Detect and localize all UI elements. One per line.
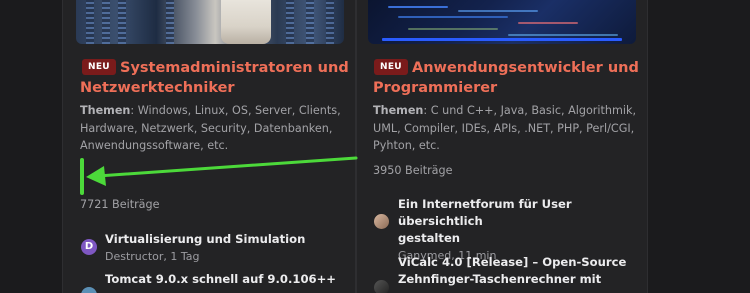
latest-post[interactable]: Tomcat 9.0.x schnell auf 9.0.106++: [105, 271, 336, 288]
category-title-line2[interactable]: Netzwerktechniker: [80, 80, 235, 96]
post-title-line2[interactable]: Zehnfinger-Taschenrechner mit: [398, 271, 626, 288]
category-title-sysadmin-line2[interactable]: Netzwerktechniker: [80, 78, 235, 98]
post-title[interactable]: Tomcat 9.0.x schnell auf 9.0.106++: [105, 271, 336, 288]
user-avatar[interactable]: D: [81, 239, 97, 255]
category-title-developers-line2[interactable]: Programmierer: [373, 78, 497, 98]
post-title[interactable]: Virtualisierung und Simulation: [105, 231, 305, 248]
post-meta: Destructor, 1 Tag: [105, 250, 200, 263]
post-title-line1[interactable]: Ein Internetforum für User übersichtlich: [398, 196, 647, 230]
user-avatar[interactable]: [374, 214, 389, 229]
user-avatar[interactable]: [374, 280, 389, 293]
post-count: 7721 Beiträge: [80, 198, 160, 211]
category-topics: Themen: Windows, Linux, OS, Server, Clie…: [80, 102, 356, 155]
post-title-line2[interactable]: gestalten: [398, 230, 647, 247]
topics-line2: Hardware, Netzwerk, Security, Datenbanke…: [80, 121, 333, 135]
user-avatar[interactable]: [81, 287, 97, 293]
category-topics: Themen: C und C++, Java, Basic, Algorith…: [373, 102, 649, 155]
category-title-line1[interactable]: Systemadministratoren und: [120, 60, 349, 76]
topics-label: Themen: [80, 104, 131, 117]
topics-line3: Anwendungssoftware, etc.: [80, 139, 229, 152]
category-thumbnail-developers[interactable]: [368, 0, 636, 44]
category-title-line1[interactable]: Anwendungsentwickler und: [412, 60, 639, 76]
latest-post[interactable]: Virtualisierung und Simulation Destructo…: [105, 231, 305, 265]
post-title[interactable]: Ein Internetforum für User übersichtlich…: [398, 196, 647, 247]
topics-label: Themen: [373, 104, 424, 117]
new-badge: NEU: [82, 59, 116, 75]
category-card-developers[interactable]: NEU Anwendungsentwickler und Programmier…: [356, 0, 648, 293]
category-thumbnail-sysadmin[interactable]: [76, 0, 344, 44]
category-title-line2[interactable]: Programmierer: [373, 80, 497, 96]
topics-line1: : C und C++, Java, Basic, Algorithmik,: [423, 104, 637, 117]
post-count: 3950 Beiträge: [373, 164, 453, 177]
topics-line3: Pyhton, etc.: [373, 139, 440, 152]
post-title-line1[interactable]: ViCalc 4.0 [Release] – Open-Source: [398, 254, 626, 271]
topics-line1: : Windows, Linux, OS, Server, Clients,: [130, 104, 341, 117]
forum-category-grid: NEU Systemadministratoren und Netzwerkte…: [0, 0, 750, 293]
new-badge: NEU: [374, 59, 408, 75]
category-title-sysadmin[interactable]: Systemadministratoren und: [120, 58, 349, 78]
latest-post[interactable]: ViCalc 4.0 [Release] – Open-Source Zehnf…: [398, 254, 626, 288]
topics-line2: UML, Compiler, IDEs, APIs, .NET, PHP, Pe…: [373, 121, 635, 135]
category-title-developers[interactable]: Anwendungsentwickler und: [412, 58, 639, 78]
category-card-sysadmin[interactable]: NEU Systemadministratoren und Netzwerkte…: [62, 0, 356, 293]
post-title[interactable]: ViCalc 4.0 [Release] – Open-Source Zehnf…: [398, 254, 626, 288]
